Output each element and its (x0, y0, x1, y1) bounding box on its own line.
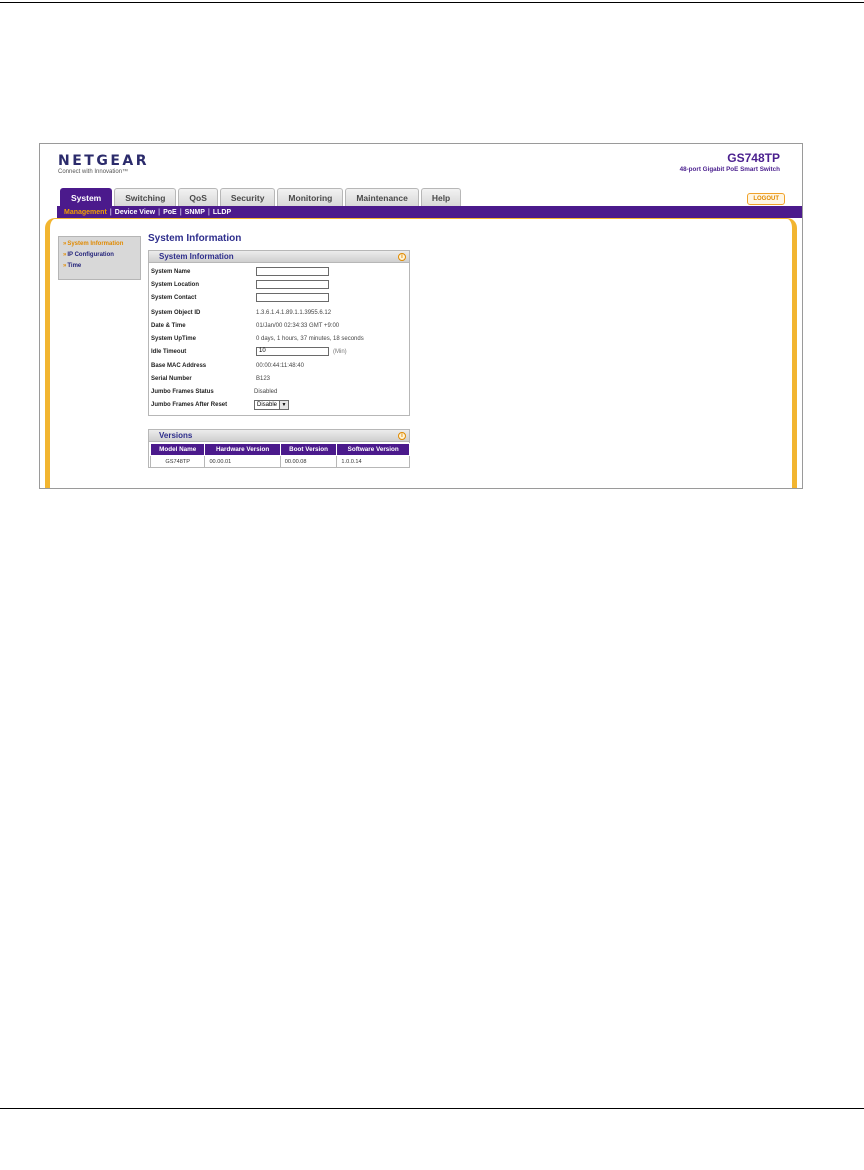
tab-help[interactable]: Help (420, 188, 462, 206)
subnav-management[interactable]: Management (61, 209, 110, 216)
info-icon[interactable]: i (398, 253, 406, 261)
subnav-device-view[interactable]: Device View (112, 209, 158, 216)
field-label: System Location (151, 282, 200, 288)
jumbo-reset-row: Jumbo Frames After Reset Disable ▼ (151, 400, 407, 413)
tab-maintenance[interactable]: Maintenance (345, 188, 419, 206)
serial-row: Serial Number B123 (151, 374, 407, 387)
panel-title: System Information (159, 252, 234, 261)
column-header: Hardware Version (204, 443, 281, 456)
leftnav-system-information[interactable]: »System Information (63, 241, 136, 247)
uptime-value: 0 days, 1 hours, 37 minutes, 18 seconds (256, 336, 364, 342)
table-cell: 1.0.0.14 (336, 455, 410, 468)
left-navigation: »System Information »IP Configuration »T… (58, 236, 141, 280)
leftnav-ip-configuration[interactable]: »IP Configuration (63, 252, 136, 258)
object-id-row: System Object ID 1.3.6.1.4.1.89.1.1.3955… (151, 308, 407, 321)
date-time-value: 01/Jan/00 02:34:33 GMT +9:00 (256, 323, 340, 329)
field-label: Base MAC Address (151, 363, 207, 369)
idle-timeout-row: Idle Timeout 10 (Min) (151, 347, 407, 360)
subnav-snmp[interactable]: SNMP (182, 209, 208, 216)
field-label: Serial Number (151, 376, 192, 382)
page-top-rule (0, 2, 864, 3)
header: NETGEAR Connect with Innovation™ GS748TP… (40, 144, 802, 188)
arrow-icon: » (63, 252, 67, 258)
mac-row: Base MAC Address 00:00:44:11:48:40 (151, 361, 407, 374)
panel-header: System Information i (149, 251, 409, 263)
system-contact-row: System Contact (151, 293, 407, 306)
table-row: GS748TP 00.00.01 00.00.08 1.0.0.14 (149, 455, 410, 468)
object-id-value: 1.3.6.1.4.1.89.1.1.3955.6.12 (256, 310, 332, 316)
tab-monitoring[interactable]: Monitoring (277, 188, 344, 206)
logout-button[interactable]: LOGOUT (747, 193, 785, 205)
page-title: System Information (148, 233, 242, 244)
device-model: GS748TP (727, 151, 780, 165)
column-header: Model Name (149, 443, 206, 456)
mac-value: 00:00:44:11:48:40 (256, 363, 304, 369)
screenshot-frame: NETGEAR Connect with Innovation™ GS748TP… (39, 143, 803, 489)
netgear-logo: NETGEAR (58, 153, 149, 169)
versions-table: Model Name Hardware Version Boot Version… (149, 443, 410, 468)
field-label: System UpTime (151, 336, 196, 342)
tab-security[interactable]: Security (219, 188, 276, 206)
tab-qos[interactable]: QoS (178, 188, 218, 206)
table-cell: 00.00.08 (279, 455, 338, 468)
system-location-input[interactable] (256, 280, 329, 289)
uptime-row: System UpTime 0 days, 1 hours, 37 minute… (151, 334, 407, 347)
field-label: Jumbo Frames After Reset (151, 402, 228, 408)
panel-title: Versions (159, 431, 193, 440)
brand-tagline: Connect with Innovation™ (58, 169, 129, 175)
arrow-icon: » (63, 241, 67, 247)
table-header-row: Model Name Hardware Version Boot Version… (149, 443, 410, 456)
field-label: System Object ID (151, 310, 201, 316)
field-label: Jumbo Frames Status (151, 389, 214, 395)
subnav-poe[interactable]: PoE (160, 209, 180, 216)
system-name-row: System Name (151, 267, 407, 280)
main-tabs: System Switching QoS Security Monitoring… (60, 188, 462, 206)
tab-system[interactable]: System (60, 188, 113, 206)
info-icon[interactable]: i (398, 432, 406, 440)
system-information-panel: System Information i System Name System … (148, 250, 410, 416)
jumbo-reset-select[interactable]: Disable ▼ (254, 400, 289, 410)
device-description: 48-port Gigabit PoE Smart Switch (679, 166, 780, 173)
jumbo-status-value: Disabled (254, 389, 278, 395)
page-bottom-rule (0, 1108, 864, 1109)
table-cell: 00.00.01 (204, 455, 281, 468)
system-location-row: System Location (151, 280, 407, 293)
idle-timeout-unit: (Min) (333, 349, 347, 355)
jumbo-status-row: Jumbo Frames Status Disabled (151, 387, 407, 400)
dropdown-arrow-icon: ▼ (279, 401, 288, 409)
field-label: System Name (151, 269, 191, 275)
idle-timeout-input[interactable]: 10 (256, 347, 329, 356)
system-contact-input[interactable] (256, 293, 329, 302)
system-name-input[interactable] (256, 267, 329, 276)
column-header: Boot Version (279, 443, 338, 456)
sub-navigation: Management | Device View | PoE | SNMP | … (57, 206, 802, 218)
date-time-row: Date & Time 01/Jan/00 02:34:33 GMT +9:00 (151, 321, 407, 334)
panel-header: Versions i (149, 430, 409, 442)
subnav-lldp[interactable]: LLDP (210, 209, 234, 216)
serial-value: B123 (256, 376, 271, 382)
field-label: System Contact (151, 295, 197, 301)
leftnav-time[interactable]: »Time (63, 263, 136, 269)
column-header: Software Version (336, 443, 410, 456)
field-label: Idle Timeout (151, 349, 187, 355)
tab-switching[interactable]: Switching (114, 188, 177, 206)
versions-panel: Versions i Model Name Hardware Version B… (148, 429, 410, 468)
field-label: Date & Time (151, 323, 186, 329)
table-cell: GS748TP (149, 455, 206, 468)
arrow-icon: » (63, 263, 67, 269)
